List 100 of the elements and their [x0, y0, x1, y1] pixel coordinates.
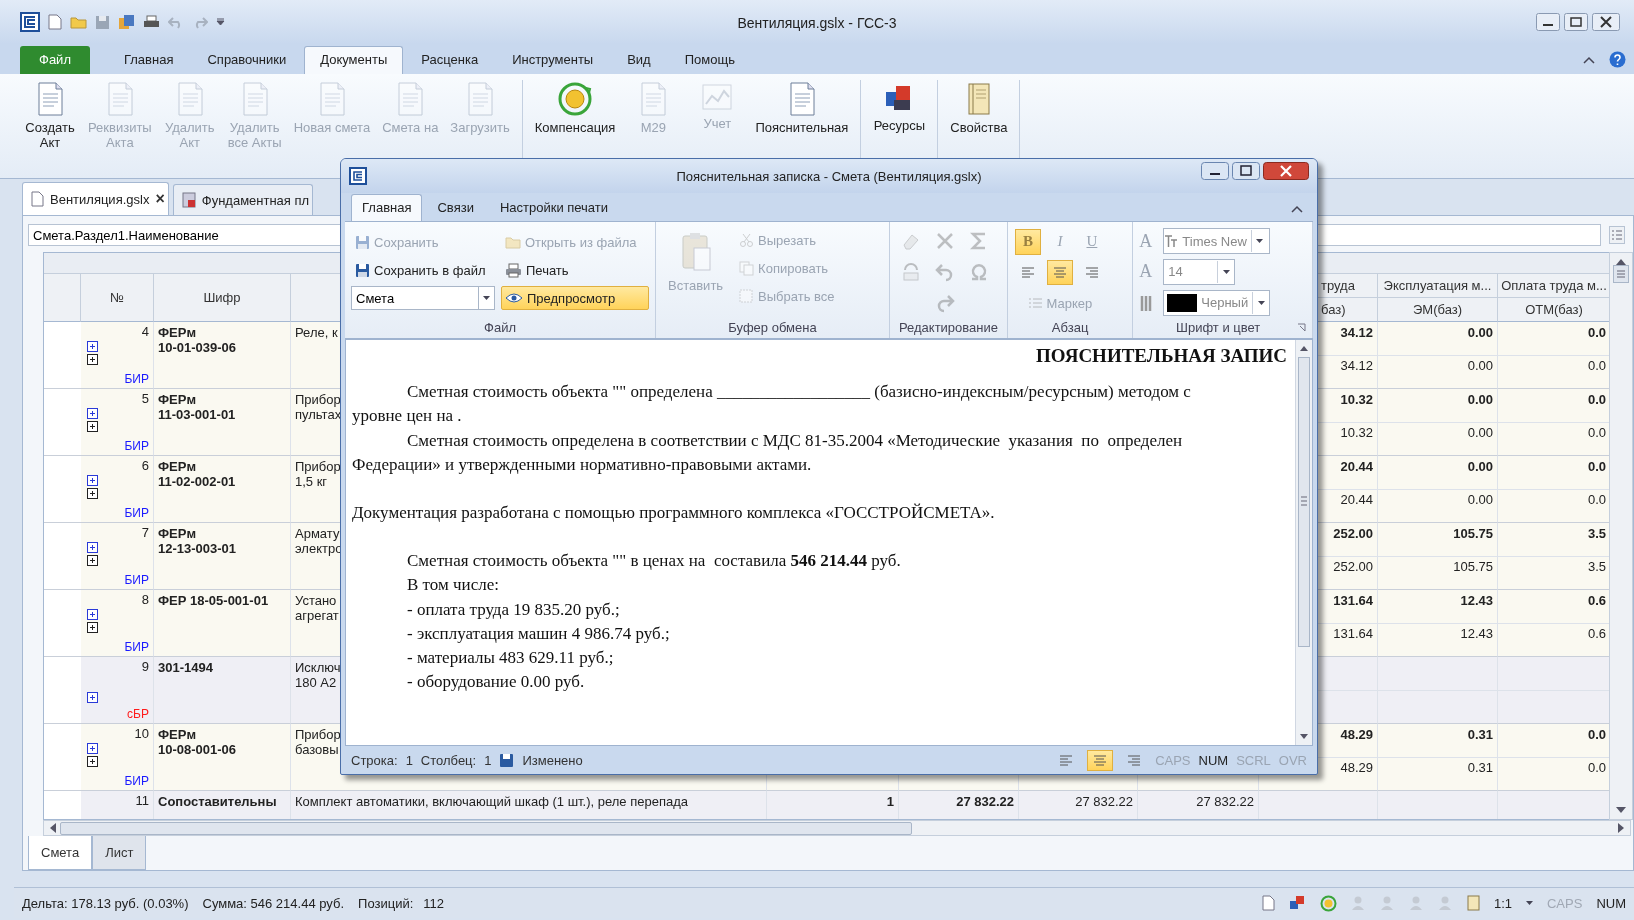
align-button[interactable]	[1087, 749, 1114, 771]
blocks-icon[interactable]	[1288, 895, 1306, 911]
ribbon-button[interactable]: Создать Акт	[18, 80, 82, 172]
document-text: - оборудование 0.00 руб.	[406, 671, 586, 694]
ribbon-tab[interactable]: Помощь	[668, 46, 751, 74]
expand-plus-icon[interactable]	[87, 555, 98, 566]
stacked-files-icon[interactable]	[118, 14, 135, 30]
table-cell: Комплект автоматики, включающий шкаф (1 шт.), реле перепада	[295, 794, 688, 809]
table-cell-text: 3.5	[1586, 525, 1607, 543]
column-header: №	[110, 290, 124, 305]
group-label: Редактирование	[898, 319, 998, 335]
expand-plus-icon[interactable]	[87, 421, 98, 432]
ribbon-tab[interactable]: Настройки печати	[488, 194, 620, 221]
book-icon[interactable]	[1466, 895, 1480, 911]
row-tag: БИР	[124, 439, 149, 453]
help-icon[interactable]	[1609, 51, 1626, 68]
sheet-tab[interactable]: Лист	[92, 836, 147, 870]
ribbon-button[interactable]: Пояснительная	[749, 80, 855, 172]
customize-caret-icon[interactable]	[216, 18, 225, 26]
expand-plus-icon[interactable]	[87, 692, 98, 703]
status-label: Столбец:	[420, 752, 477, 768]
collapse-ribbon-icon[interactable]	[1291, 205, 1303, 213]
ribbon-tab[interactable]: Главная	[351, 194, 423, 221]
toolbar-button[interactable]: Сохранить в файл	[351, 258, 495, 282]
ribbon-tab[interactable]: Связи	[426, 194, 485, 221]
ribbon-tab[interactable]: Расценка	[405, 46, 495, 74]
new-file-icon[interactable]	[48, 14, 62, 30]
table-cell-text: 105.75	[1452, 558, 1494, 576]
font-size-glyph: A	[1139, 261, 1154, 283]
collapse-ribbon-icon[interactable]	[1583, 55, 1595, 64]
toolbar-button[interactable]: Печать	[501, 258, 649, 282]
expand-plus-icon[interactable]	[87, 756, 98, 767]
table-cell-text: 0.0	[1586, 458, 1607, 476]
caret-icon[interactable]	[1526, 901, 1533, 905]
file-menu-button[interactable]: Файл	[20, 46, 90, 74]
table-cell: Прибор	[295, 727, 341, 742]
ribbon-tab[interactable]: Справочники	[191, 46, 303, 74]
align-right-icon[interactable]	[1083, 265, 1100, 281]
close-icon[interactable]	[1263, 162, 1309, 180]
window-title: Вентиляция.gslx - ГСС-3	[737, 15, 897, 31]
document-text: Документация разработана с помощью программного комплекса «ГОССТРОЙСМЕТА».	[352, 502, 996, 524]
table-cell: 11-03-001-01	[158, 407, 236, 422]
scroll-down-icon	[1300, 734, 1308, 739]
minimize-icon[interactable]	[1201, 162, 1229, 180]
folder-icon[interactable]	[70, 15, 87, 29]
color-combo[interactable]: Черный	[1163, 289, 1271, 316]
table-cell-text: 0.00	[1466, 391, 1494, 409]
align-button[interactable]	[1046, 260, 1073, 286]
dropdown-button[interactable]	[479, 286, 495, 310]
document-select[interactable]: Смета	[351, 286, 479, 310]
expand-plus-icon[interactable]	[87, 341, 98, 352]
maximize-icon[interactable]	[1232, 162, 1260, 180]
align-center-icon[interactable]	[1051, 265, 1068, 281]
font-glyph: A	[1139, 230, 1154, 252]
expand-plus-icon[interactable]	[87, 354, 98, 365]
row-number: 6	[141, 458, 149, 473]
document-icon[interactable]	[1261, 895, 1275, 911]
printer-icon	[505, 262, 522, 278]
ribbon-tab[interactable]: Документы	[304, 46, 404, 74]
close-icon[interactable]	[1592, 13, 1620, 31]
document-tab[interactable]: Фундаментная пл	[172, 184, 314, 215]
expand-plus-icon[interactable]	[87, 609, 98, 620]
sheet-tab[interactable]: Смета	[28, 836, 93, 870]
close-tab-button[interactable]: ×	[155, 190, 165, 208]
expand-plus-icon[interactable]	[87, 743, 98, 754]
vertical-scrollbar[interactable]	[1609, 252, 1633, 820]
vertical-scrollbar[interactable]	[1295, 340, 1312, 745]
align-right-icon[interactable]	[1126, 752, 1143, 768]
align-center-icon[interactable]	[1092, 752, 1109, 768]
floppy-icon[interactable]	[95, 14, 110, 30]
horizontal-scrollbar[interactable]	[43, 820, 1631, 836]
printer-icon[interactable]	[143, 14, 160, 30]
table-cell-text: 0.0	[1586, 491, 1607, 509]
font-combo[interactable]: Times New	[1163, 228, 1271, 255]
coin-icon[interactable]	[1319, 894, 1337, 912]
dialog-launcher-icon[interactable]	[1297, 322, 1306, 332]
bullet-list-icon	[1027, 295, 1043, 311]
align-left-icon[interactable]	[1058, 752, 1075, 768]
minimize-icon[interactable]	[1536, 13, 1560, 31]
expand-plus-icon[interactable]	[87, 622, 98, 633]
expand-plus-icon[interactable]	[87, 408, 98, 419]
preview-button[interactable]: Предпросмотр	[501, 286, 649, 310]
zoom-text[interactable]: 1:1	[1493, 895, 1512, 911]
expand-plus-icon[interactable]	[87, 542, 98, 553]
align-left-icon[interactable]	[1019, 265, 1036, 281]
ribbon-tab[interactable]: Главная	[107, 46, 190, 74]
expand-plus-icon[interactable]	[87, 475, 98, 486]
list-options-icon[interactable]	[1609, 226, 1625, 244]
ribbon-button[interactable]: Компенсация	[528, 80, 622, 172]
maximize-icon[interactable]	[1564, 13, 1588, 31]
font-size-combo[interactable]: 14	[1163, 259, 1236, 285]
table-cell-text: 20.44	[1339, 491, 1374, 509]
expand-plus-icon[interactable]	[87, 488, 98, 499]
ribbon-tab[interactable]: Инструменты	[496, 46, 610, 74]
ribbon-button[interactable]: Свойства	[944, 80, 1014, 172]
table-cell-text: 0.0	[1586, 424, 1607, 442]
document-tab[interactable]: Вентиляция.gslx ×	[22, 182, 169, 215]
ribbon-tab[interactable]: Вид	[611, 46, 667, 74]
tab-label: Фундаментная пл	[201, 192, 310, 208]
group-label: Шрифт и цвет	[1176, 319, 1261, 335]
